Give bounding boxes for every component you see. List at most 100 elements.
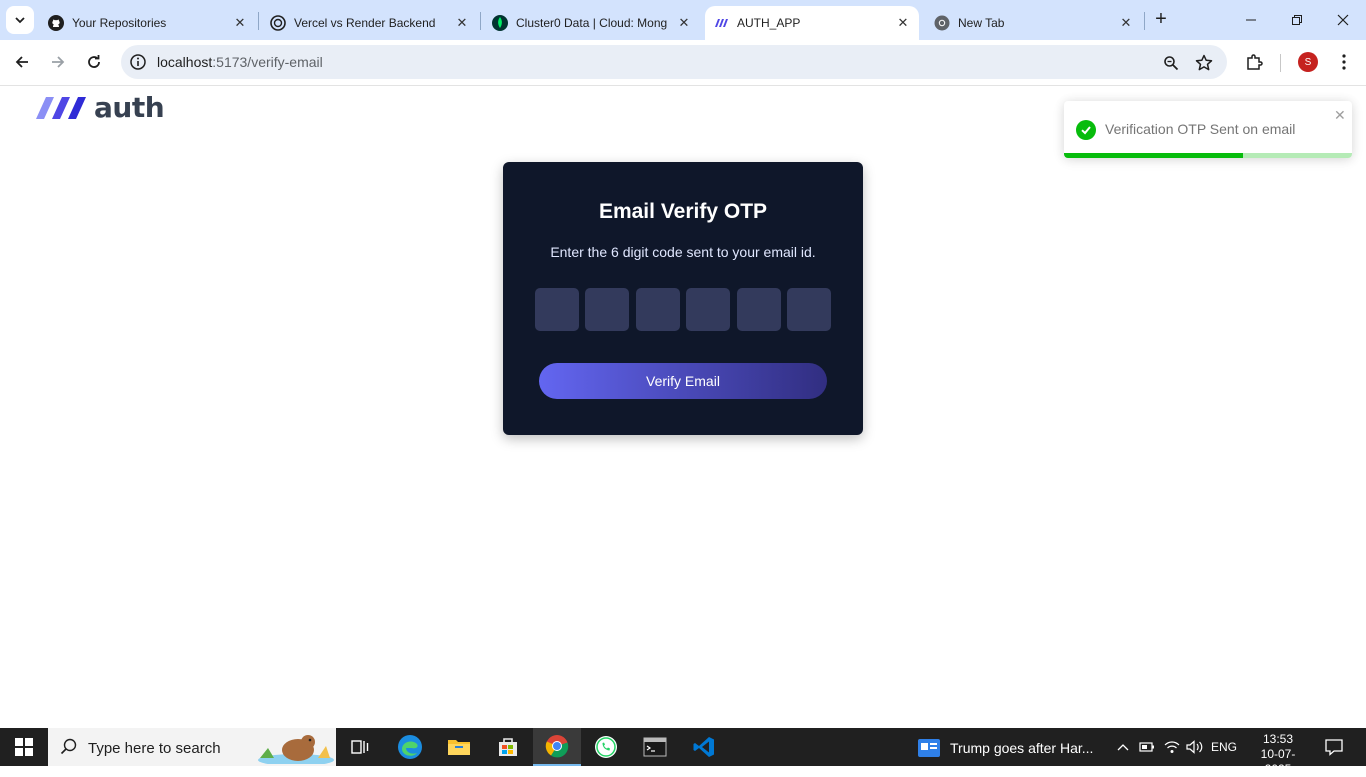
start-button[interactable]: [0, 728, 48, 766]
otp-digit-4[interactable]: [686, 288, 730, 331]
news-icon: [918, 739, 940, 757]
store-icon: [499, 738, 517, 756]
zoom-icon[interactable]: [1161, 53, 1181, 73]
tab-title: New Tab: [958, 16, 1005, 30]
arrow-right-icon: [52, 56, 65, 68]
close-icon[interactable]: ✕: [454, 15, 470, 31]
mongodb-leaf-icon: [492, 15, 508, 31]
close-window-button[interactable]: [1320, 0, 1366, 40]
taskbar-file-explorer[interactable]: [435, 728, 483, 766]
tab-title: AUTH_APP: [737, 16, 801, 30]
verify-otp-card: Email Verify OTP Enter the 6 digit code …: [503, 162, 863, 435]
task-view-button[interactable]: [336, 728, 384, 766]
taskbar-clock[interactable]: 13:53 10-07-2025: [1248, 732, 1308, 777]
new-tab-button[interactable]: +: [1150, 8, 1172, 30]
close-icon[interactable]: ✕: [1118, 15, 1134, 31]
terminal-icon: [643, 737, 667, 757]
otp-digit-6[interactable]: [787, 288, 831, 331]
otp-digit-2[interactable]: [585, 288, 629, 331]
toast-message: Verification OTP Sent on email: [1105, 121, 1296, 137]
verify-email-button[interactable]: Verify Email: [539, 363, 827, 399]
whatsapp-icon: [595, 736, 617, 758]
network-tray[interactable]: [1162, 728, 1182, 766]
taskbar-terminal[interactable]: [631, 728, 679, 766]
browser-tab-strip: Your Repositories ✕ Vercel vs Render Bac…: [0, 0, 1366, 40]
toast-progress-track: [1064, 153, 1352, 158]
url-host: localhost: [157, 54, 213, 70]
auth-logo-icon: [36, 97, 86, 119]
back-button[interactable]: [8, 48, 36, 76]
minimize-button[interactable]: [1228, 0, 1274, 40]
arrow-left-icon: [15, 56, 28, 68]
tab-your-repositories[interactable]: Your Repositories ✕: [40, 6, 256, 40]
more-menu-icon[interactable]: [1333, 51, 1355, 73]
forward-button[interactable]: [44, 48, 72, 76]
toast-close-icon[interactable]: ✕: [1334, 107, 1346, 124]
tab-search-button[interactable]: [6, 6, 34, 34]
search-icon: [60, 738, 77, 755]
vscode-icon: [693, 737, 714, 757]
app-logo[interactable]: auth: [36, 91, 165, 124]
taskbar-search-box[interactable]: Type here to search: [48, 728, 336, 766]
battery-icon: [1139, 742, 1154, 752]
taskbar-chrome[interactable]: [533, 728, 581, 766]
tab-cluster0-data[interactable]: Cluster0 Data | Cloud: Mong ✕: [484, 6, 700, 40]
tab-separator: [480, 12, 481, 30]
page-content: auth Email Verify OTP Enter the 6 digit …: [0, 87, 1366, 728]
logo-text: auth: [94, 91, 165, 124]
toast-notification[interactable]: Verification OTP Sent on email ✕: [1064, 101, 1352, 158]
taskbar-whatsapp[interactable]: [582, 728, 630, 766]
browser-toolbar: localhost:5173/verify-email S: [0, 40, 1366, 86]
otp-digit-1[interactable]: [535, 288, 579, 331]
notification-center-button[interactable]: [1320, 728, 1348, 766]
speaker-icon: [1186, 740, 1203, 754]
extensions-icon[interactable]: [1243, 51, 1265, 73]
close-icon[interactable]: ✕: [676, 15, 692, 31]
news-widget[interactable]: Trump goes after Har...: [918, 739, 1093, 757]
card-subtitle: Enter the 6 digit code sent to your emai…: [550, 244, 816, 260]
tab-separator: [1144, 12, 1145, 30]
chevron-up-icon: [1117, 744, 1129, 751]
edge-icon: [398, 735, 422, 759]
windows-logo-icon: [15, 738, 33, 756]
address-bar[interactable]: localhost:5173/verify-email: [121, 45, 1227, 79]
site-info-icon[interactable]: [129, 53, 147, 71]
chrome-icon: [934, 15, 950, 31]
bookmark-star-icon[interactable]: [1194, 53, 1214, 73]
chrome-icon: [545, 735, 569, 758]
clock-date: 10-07-2025: [1260, 747, 1296, 776]
language-indicator[interactable]: ENG: [1208, 728, 1240, 766]
restore-icon: [1292, 15, 1302, 25]
close-icon[interactable]: ✕: [895, 15, 911, 31]
success-check-icon: [1076, 120, 1096, 140]
tab-title: Vercel vs Render Backend: [294, 16, 436, 30]
chevron-down-icon: [15, 17, 25, 24]
reload-icon: [88, 55, 100, 68]
tab-vercel-vs-render[interactable]: Vercel vs Render Backend ✕: [262, 6, 478, 40]
tab-separator: [258, 12, 259, 30]
show-hidden-icons-button[interactable]: [1113, 728, 1133, 766]
reload-button[interactable]: [80, 48, 108, 76]
profile-avatar[interactable]: S: [1298, 52, 1318, 72]
folder-icon: [448, 740, 470, 755]
tab-new-tab[interactable]: New Tab ✕: [926, 6, 1142, 40]
volume-tray[interactable]: [1185, 728, 1205, 766]
github-icon: [48, 15, 64, 31]
notification-icon: [1325, 739, 1343, 756]
url-text[interactable]: localhost:5173/verify-email: [157, 54, 323, 70]
search-placeholder: Type here to search: [88, 740, 221, 757]
otp-digit-3[interactable]: [636, 288, 680, 331]
close-icon[interactable]: ✕: [232, 15, 248, 31]
clock-time: 13:53: [1262, 732, 1294, 746]
chatgpt-icon: [270, 15, 286, 31]
taskbar-edge[interactable]: [386, 728, 434, 766]
battery-tray[interactable]: [1137, 728, 1157, 766]
card-title: Email Verify OTP: [598, 200, 768, 223]
taskbar-store[interactable]: [484, 728, 532, 766]
tab-title: Cluster0 Data | Cloud: Mong: [516, 16, 668, 30]
tab-auth-app[interactable]: AUTH_APP ✕: [705, 6, 919, 40]
auth-logo-icon: [713, 15, 729, 31]
restore-button[interactable]: [1274, 0, 1320, 40]
otp-digit-5[interactable]: [737, 288, 781, 331]
taskbar-vscode[interactable]: [680, 728, 728, 766]
